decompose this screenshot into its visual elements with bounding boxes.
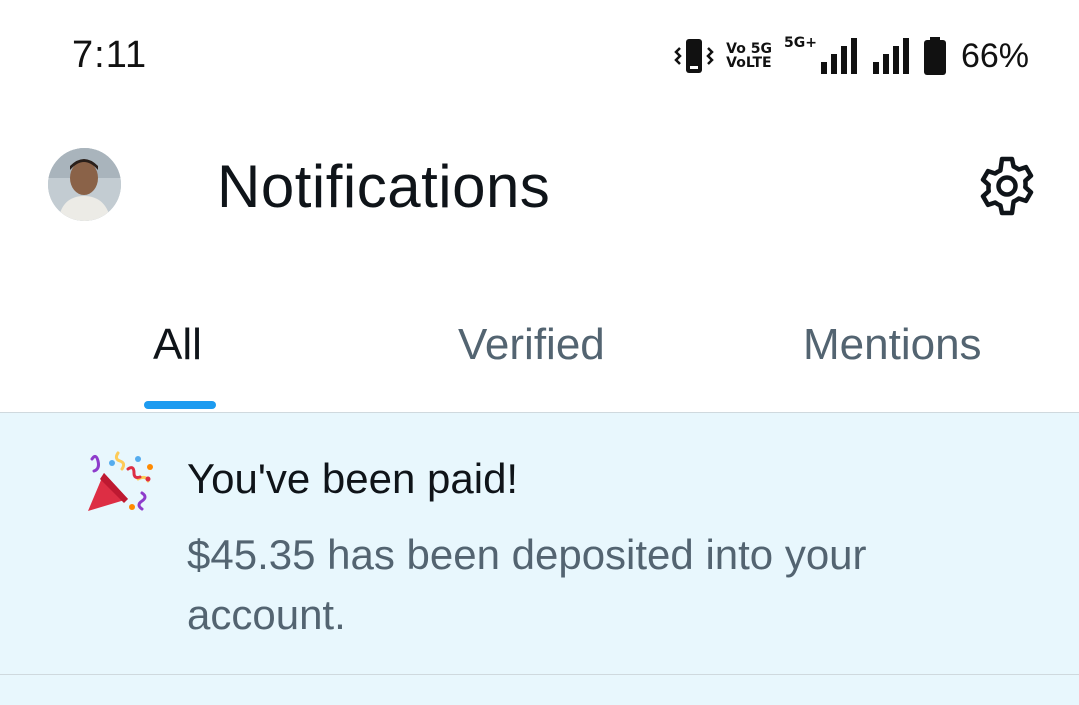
network-type-label: 5G+ [783,35,817,51]
notification-title: You've been paid! [187,455,519,502]
party-popper-icon [88,451,153,511]
header: Notifications [0,112,1079,262]
battery-percentage: 66% [960,36,1029,75]
avatar[interactable] [48,148,121,221]
status-time: 7:11 [72,34,148,76]
vibrate-icon [674,39,714,73]
active-tab-indicator [144,401,216,409]
status-icons: Vo 5G VoLTE 5G+ 66% [674,34,1029,78]
signal-5g-group: 5G+ [784,36,859,76]
tab-verified[interactable]: Verified [458,320,605,370]
tab-mentions[interactable]: Mentions [803,320,982,370]
signal-strength-icon [820,38,857,74]
battery-icon [923,37,946,75]
tab-all[interactable]: All [153,320,202,370]
volte-indicator: Vo 5G VoLTE [726,41,772,71]
notification-item[interactable]: You've been paid! $45.35 has been deposi… [0,413,1079,675]
page-title: Notifications [217,153,551,220]
profile-avatar-icon [48,148,121,221]
next-notification-partial [0,675,1079,705]
gear-icon[interactable] [975,154,1039,218]
status-bar: 7:11 Vo 5G VoLTE 5G+ 66% [0,0,1079,112]
tab-bar: All Verified Mentions [0,290,1079,413]
notification-body: $45.35 has been deposited into your acco… [187,531,867,638]
signal-strength-icon-sim2 [872,38,909,74]
app-screen: 7:11 Vo 5G VoLTE 5G+ 66% Notifications A… [0,0,1079,705]
